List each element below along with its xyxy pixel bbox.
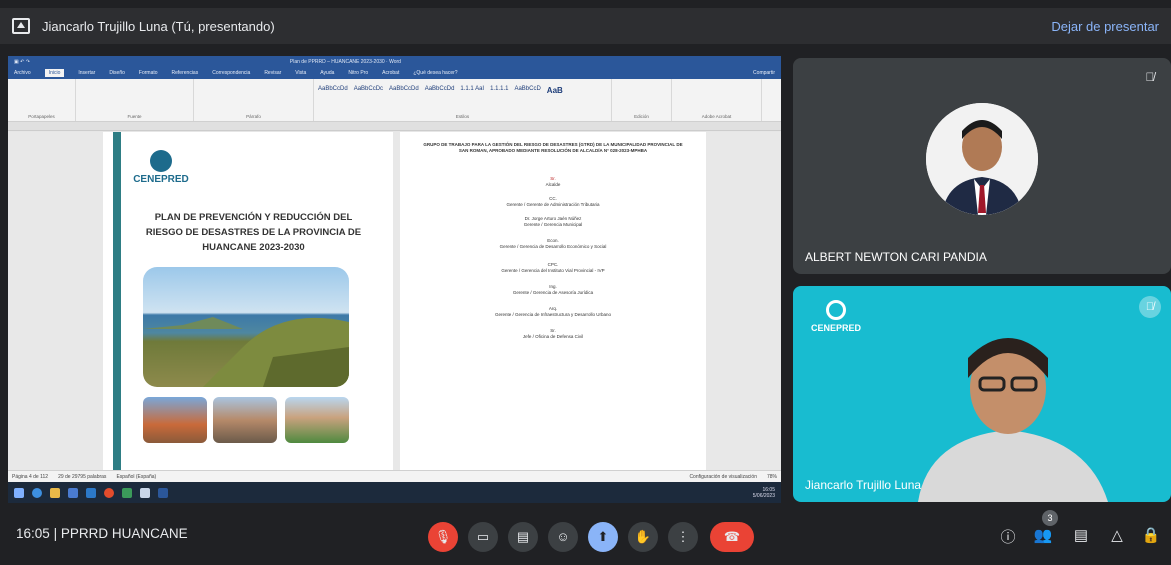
ribbon-group-editing[interactable]: Edición — [612, 79, 672, 121]
display-settings[interactable]: Configuración de visualización — [689, 474, 757, 480]
more-options-button[interactable]: ⋮ — [668, 522, 698, 552]
chrome-icon[interactable] — [104, 487, 114, 498]
chat-icon[interactable]: ▤ — [1070, 526, 1092, 544]
cover-side-bar — [113, 132, 121, 470]
tower-photo — [285, 397, 349, 443]
language[interactable]: Español (España) — [116, 474, 156, 480]
end-call-button[interactable]: ☎ — [710, 522, 754, 552]
ribbon-group-font[interactable]: Fuente — [76, 79, 194, 121]
meeting-details-icon[interactable]: ⓘ — [997, 526, 1019, 547]
excel-icon[interactable] — [122, 487, 132, 498]
city-photo — [143, 397, 207, 443]
tab-ayuda[interactable]: Ayuda — [320, 70, 334, 76]
tab-vista[interactable]: Vista — [295, 70, 306, 76]
ribbon-group-acrobat[interactable]: Adobe Acrobat — [672, 79, 762, 121]
avatar — [926, 103, 1038, 215]
style-gallery[interactable]: AaBbCcDd AaBbCcDc AaBbCcDd AaBbCcDd 1.1.… — [318, 86, 607, 95]
participant-tile[interactable]: 🎙̸ ALBERT NEWTON CARI PANDIA — [793, 58, 1171, 274]
windows-taskbar: 16:05 5/06/2023 — [8, 482, 781, 503]
tab-diseno[interactable]: Diseño — [109, 70, 125, 76]
tab-archivo[interactable]: Archivo — [14, 70, 31, 76]
edge-icon[interactable] — [32, 487, 42, 498]
tab-inicio[interactable]: Inicio — [44, 69, 65, 77]
document-page-cover: CENEPRED PLAN DE PREVENCIÓN Y REDUCCIÓN … — [103, 132, 393, 470]
word-title-bar: ▣ ↶ ↷ Plan de PPRRD – HUANCANE 2023-2030… — [8, 56, 781, 67]
mic-toggle-button[interactable]: 🎙 — [428, 522, 458, 552]
tab-nitro[interactable]: Nitro Pro — [348, 70, 368, 76]
word-icon[interactable] — [158, 487, 168, 498]
mic-off-icon: 🎙̸ — [1139, 296, 1161, 318]
meeting-info: 16:05 | PPRRD HUANCANE — [16, 526, 188, 541]
camera-toggle-button[interactable]: ▭ — [468, 522, 498, 552]
separator: | — [53, 526, 61, 541]
share-button[interactable]: Compartir — [753, 70, 775, 76]
word-ribbon: Portapapeles Fuente Párrafo AaBbCcDd AaB… — [8, 79, 781, 122]
church-photo — [213, 397, 277, 443]
present-button[interactable]: ⬆ — [588, 522, 618, 552]
people-icon[interactable]: 👥 — [1032, 526, 1054, 544]
document-area: CENEPRED PLAN DE PREVENCIÓN Y REDUCCIÓN … — [8, 132, 781, 470]
plan-title: PLAN DE PREVENCIÓN Y REDUCCIÓN DEL RIESG… — [145, 212, 362, 253]
participant-tile-self[interactable]: CENEPRED 🎙̸ Jiancarlo Trujillo Luna — [793, 286, 1171, 502]
activities-icon[interactable]: △ — [1106, 526, 1128, 544]
app-icon[interactable] — [140, 487, 150, 498]
tab-formato[interactable]: Formato — [139, 70, 158, 76]
page-count[interactable]: Página 4 de 112 — [12, 474, 48, 480]
stop-presenting-button[interactable]: Dejar de presentar — [1051, 19, 1159, 34]
tab-insertar[interactable]: Insertar — [78, 70, 95, 76]
word-ribbon-tabs: Archivo Inicio Insertar Diseño Formato R… — [8, 67, 781, 79]
presenting-bar: Jiancarlo Trujillo Luna (Tú, presentando… — [0, 8, 1171, 44]
word-save-icon[interactable]: ▣ ↶ ↷ — [14, 59, 30, 65]
present-screen-icon — [12, 18, 30, 34]
ribbon-group-styles[interactable]: AaBbCcDd AaBbCcDc AaBbCcDd AaBbCcDd 1.1.… — [314, 79, 612, 121]
tab-acrobat[interactable]: Acrobat — [382, 70, 399, 76]
captions-button[interactable]: ▤ — [508, 522, 538, 552]
presenter-label: Jiancarlo Trujillo Luna (Tú, presentando… — [42, 18, 275, 34]
host-controls-icon[interactable]: 🔒 — [1140, 526, 1162, 544]
cenepred-logo-icon — [150, 150, 172, 172]
lake-photo — [143, 267, 349, 387]
shared-screen: ▣ ↶ ↷ Plan de PPRRD – HUANCANE 2023-2030… — [8, 56, 781, 503]
file-explorer-icon[interactable] — [50, 487, 60, 498]
taskbar-clock[interactable]: 16:05 5/06/2023 — [753, 487, 775, 499]
meeting-name: PPRRD HUANCANE — [60, 526, 188, 541]
mic-off-icon: 🎙̸ — [1145, 70, 1155, 84]
participant-name: Jiancarlo Trujillo Luna — [805, 478, 922, 492]
meet-window: Jiancarlo Trujillo Luna (Tú, presentando… — [0, 0, 1171, 565]
meeting-time: 16:05 — [16, 526, 50, 541]
tab-correspondencia[interactable]: Correspondencia — [212, 70, 250, 76]
ribbon-group-clipboard[interactable]: Portapapeles — [8, 79, 76, 121]
mail-icon[interactable] — [68, 487, 78, 498]
tell-me-search[interactable]: ¿Qué desea hacer? — [413, 70, 457, 76]
tab-referencias[interactable]: Referencias — [172, 70, 199, 76]
meeting-controls-bar: 16:05 | PPRRD HUANCANE 🎙 ▭ ▤ ☺ ⬆ ✋ ⋮ ☎ ⓘ… — [0, 510, 1171, 565]
store-icon[interactable] — [86, 487, 96, 498]
reactions-button[interactable]: ☺ — [548, 522, 578, 552]
zoom-level[interactable]: 78% — [767, 474, 777, 480]
document-page-team: GRUPO DE TRABAJO PARA LA GESTIÓN DEL RIE… — [400, 132, 706, 470]
word-count[interactable]: 29 de 29795 palabras — [58, 474, 106, 480]
start-icon[interactable] — [14, 487, 24, 498]
ruler — [8, 122, 781, 131]
word-window-title: Plan de PPRRD – HUANCANE 2023-2030 · Wor… — [289, 58, 401, 65]
word-status-bar: Página 4 de 112 29 de 29795 palabras Esp… — [8, 470, 781, 482]
participant-name: ALBERT NEWTON CARI PANDIA — [805, 250, 987, 264]
tab-revisar[interactable]: Revisar — [264, 70, 281, 76]
cenepred-logo: CENEPRED — [131, 150, 191, 185]
raise-hand-button[interactable]: ✋ — [628, 522, 658, 552]
participant-count-badge: 3 — [1042, 510, 1058, 526]
camera-video — [918, 338, 1108, 502]
ribbon-group-paragraph[interactable]: Párrafo — [194, 79, 314, 121]
team-heading: GRUPO DE TRABAJO PARA LA GESTIÓN DEL RIE… — [423, 142, 683, 153]
cenepred-logo-icon — [826, 300, 846, 320]
cenepred-logo: CENEPRED — [811, 300, 861, 333]
